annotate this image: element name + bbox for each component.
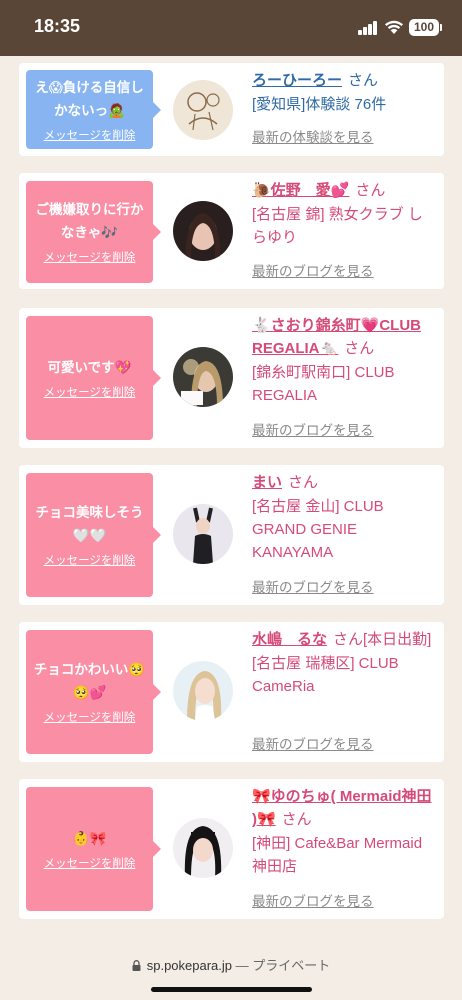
avatar[interactable]: [173, 80, 233, 140]
message-feed[interactable]: え😱負ける自信しかないっ🧟 メッセージを削除 ろーひーろー さん [愛知県]体験談…: [0, 56, 462, 936]
message-card: チョコかわいい🥺🥺💕 メッセージを削除 水嶋 るな さん[本日出勤] [名古屋 瑞…: [19, 622, 444, 762]
profile-info: ろーひーろー さん [愛知県]体験談 76件: [252, 69, 437, 116]
profile-name-link[interactable]: 🎀ゆのちゅ( Mermaid神田 )🎀: [252, 788, 432, 828]
honorific: さん: [281, 811, 312, 828]
cellular-signal-icon: [358, 21, 378, 35]
message-bubble: チョコ美味しそう🤍🤍 メッセージを削除: [26, 473, 161, 597]
status-bar: 18:35 100: [0, 0, 462, 56]
shop-info: [錦糸町駅南口] CLUB REGALIA: [252, 364, 395, 404]
profile-info: 🐇さおり錦糸町💗CLUB REGALIA🐁 さん [錦糸町駅南口] CLUB RE…: [252, 314, 437, 407]
home-indicator[interactable]: [151, 987, 312, 992]
delete-message-link[interactable]: メッセージを削除: [32, 384, 147, 400]
avatar[interactable]: [173, 504, 233, 564]
address-bar[interactable]: sp.pokepara.jp — プライベート: [0, 955, 462, 974]
clock: 18:35: [34, 16, 81, 36]
avatar[interactable]: [173, 818, 233, 878]
message-card: チョコ美味しそう🤍🤍 メッセージを削除 まい さん [名古屋 金山] CLUB G…: [19, 465, 444, 605]
profile-name-link[interactable]: まい: [252, 474, 282, 491]
message-text: チョコ美味しそう🤍🤍: [35, 505, 144, 544]
latest-post-link[interactable]: 最新の体験談を見る: [252, 126, 374, 146]
message-card: え😱負ける自信しかないっ🧟 メッセージを削除 ろーひーろー さん [愛知県]体験談…: [19, 63, 444, 156]
battery-icon: 100: [409, 19, 439, 36]
message-text: え😱負ける自信しかないっ🧟: [35, 79, 144, 119]
latest-post-link[interactable]: 最新のブログを見る: [252, 733, 374, 753]
profile-name-link[interactable]: 🐌佐野 愛💕: [252, 182, 349, 199]
profile-info: まい さん [名古屋 金山] CLUB GRAND GENIE KANAYAMA: [252, 471, 437, 564]
message-text: チョコかわいい🥺🥺💕: [33, 662, 146, 701]
message-bubble: チョコかわいい🥺🥺💕 メッセージを削除: [26, 630, 161, 754]
message-card: ご機嫌取りに行かなきゃ🎶 メッセージを削除 🐌佐野 愛💕 さん [名古屋 錦] 熟…: [19, 173, 444, 289]
profile-info: 🎀ゆのちゅ( Mermaid神田 )🎀 さん [神田] Cafe&Bar Merm…: [252, 785, 437, 878]
profile-name-link[interactable]: ろーひーろー: [252, 72, 342, 89]
shop-info: [名古屋 瑞穂区] CLUB CameRia: [252, 655, 399, 695]
message-bubble: 可愛いです💖 メッセージを削除: [26, 316, 161, 440]
wifi-icon: [385, 20, 403, 34]
latest-post-link[interactable]: 最新のブログを見る: [252, 260, 374, 280]
profile-name-link[interactable]: 水嶋 るな: [252, 631, 327, 648]
message-card: 👶🎀 メッセージを削除 🎀ゆのちゅ( Mermaid神田 )🎀 さん [神田] C…: [19, 779, 444, 919]
delete-message-link[interactable]: メッセージを削除: [32, 127, 147, 143]
delete-message-link[interactable]: メッセージを削除: [32, 855, 147, 871]
profile-info: 水嶋 るな さん[本日出勤] [名古屋 瑞穂区] CLUB CameRia: [252, 628, 437, 698]
message-bubble: 👶🎀 メッセージを削除: [26, 787, 161, 911]
message-text: 可愛いです💖: [47, 359, 132, 376]
profile-info: 🐌佐野 愛💕 さん [名古屋 錦] 熟女クラブ しらゆり: [252, 179, 437, 249]
shop-info: [名古屋 錦] 熟女クラブ しらゆり: [252, 206, 423, 246]
honorific: さん: [348, 72, 379, 89]
honorific: さん: [355, 182, 386, 199]
avatar[interactable]: [173, 661, 233, 721]
latest-post-link[interactable]: 最新のブログを見る: [252, 576, 374, 596]
honorific: さん[本日出勤]: [333, 631, 432, 648]
avatar[interactable]: [173, 201, 233, 261]
lock-icon: [132, 960, 141, 971]
url-text: sp.pokepara.jp: [146, 958, 233, 973]
avatar[interactable]: [173, 347, 233, 407]
message-bubble: え😱負ける自信しかないっ🧟 メッセージを削除: [26, 70, 161, 149]
latest-post-link[interactable]: 最新のブログを見る: [252, 419, 374, 439]
honorific: さん: [344, 340, 375, 357]
battery-nub: [440, 24, 442, 31]
latest-post-link[interactable]: 最新のブログを見る: [252, 890, 374, 910]
delete-message-link[interactable]: メッセージを削除: [32, 552, 147, 568]
message-card: 可愛いです💖 メッセージを削除 🐇さおり錦糸町💗CLUB REGALIA🐁 さん …: [19, 308, 444, 448]
privacy-label: — プライベート: [235, 958, 331, 973]
shop-info: [名古屋 金山] CLUB GRAND GENIE KANAYAMA: [252, 498, 384, 561]
profile-name-link[interactable]: 🐇さおり錦糸町💗CLUB REGALIA🐁: [252, 317, 421, 357]
delete-message-link[interactable]: メッセージを削除: [32, 709, 147, 725]
delete-message-link[interactable]: メッセージを削除: [32, 249, 147, 265]
message-text: ご機嫌取りに行かなきゃ🎶: [35, 202, 144, 241]
shop-info: [愛知県]体験談 76件: [252, 96, 387, 113]
honorific: さん: [288, 474, 319, 491]
message-text: 👶🎀: [72, 830, 107, 847]
shop-info: [神田] Cafe&Bar Mermaid 神田店: [252, 835, 423, 875]
message-bubble: ご機嫌取りに行かなきゃ🎶 メッセージを削除: [26, 181, 161, 283]
browser-bottom-bar: sp.pokepara.jp — プライベート: [0, 936, 462, 1000]
